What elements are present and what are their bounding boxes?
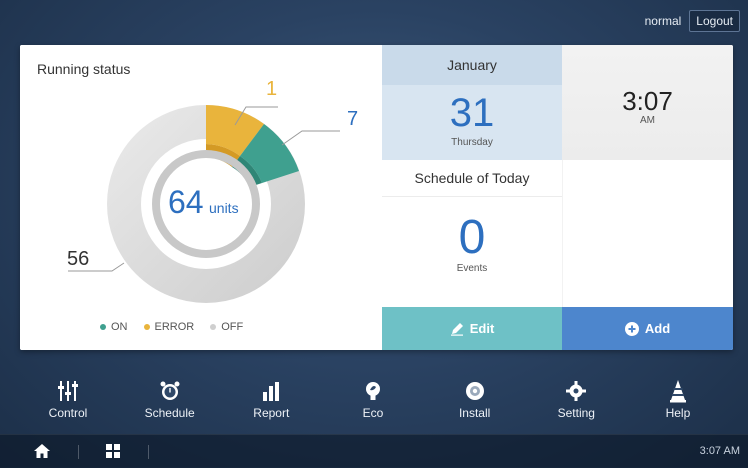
on-count: 7 xyxy=(347,108,358,130)
pencil-icon xyxy=(450,322,463,336)
user-label: normal xyxy=(644,14,682,28)
calendar-weekday: Thursday xyxy=(451,137,493,148)
schedule-title: Schedule of Today xyxy=(382,160,562,197)
nav-control[interactable]: Control xyxy=(28,372,108,428)
on-leader-line xyxy=(281,130,340,146)
leaf-bulb-icon xyxy=(365,382,380,400)
schedule-side-area xyxy=(562,160,733,307)
total-units-label: units xyxy=(209,200,239,216)
clock-card: 3:07 AM xyxy=(562,45,733,160)
legend-on-dot xyxy=(100,324,106,330)
clock-time: 3:07 xyxy=(622,86,673,116)
nav-schedule-label: Schedule xyxy=(144,406,195,420)
nav-schedule[interactable]: Schedule xyxy=(130,372,210,428)
nav-control-label: Control xyxy=(48,406,88,420)
bottom-separator-1 xyxy=(78,445,79,459)
nav-setting-label: Setting xyxy=(557,406,595,420)
windows-grid-icon[interactable] xyxy=(106,444,120,458)
dashboard-panel: Running status 1 7 56 64 units ON ERROR … xyxy=(20,45,733,350)
bar-chart-icon xyxy=(263,382,280,401)
bottom-bar: 3:07 AM xyxy=(0,434,748,468)
legend-error: ERROR xyxy=(143,321,195,333)
logout-button[interactable]: Logout xyxy=(689,10,740,32)
edit-button[interactable]: Edit xyxy=(382,307,562,350)
add-button-label: Add xyxy=(644,321,671,336)
main-nav: Control Schedule Report Eco Install Sett… xyxy=(28,372,718,428)
schedule-events: 0 Events xyxy=(382,197,562,307)
running-status-donut: 1 7 56 64 units xyxy=(67,78,358,303)
legend-off-label: OFF xyxy=(221,321,244,333)
legend-error-label: ERROR xyxy=(154,321,195,333)
gear-circle-icon xyxy=(465,382,484,400)
nav-help-label: Help xyxy=(665,406,691,420)
off-count: 56 xyxy=(67,248,89,270)
events-label: Events xyxy=(456,263,488,274)
nav-report-label: Report xyxy=(253,406,290,420)
clock-ampm: AM xyxy=(640,115,655,126)
sliders-icon xyxy=(58,381,78,401)
nav-help[interactable]: Help xyxy=(638,372,718,428)
plus-circle-icon xyxy=(624,321,639,336)
taskbar-time: 3:07 AM xyxy=(699,445,740,457)
nav-report[interactable]: Report xyxy=(231,372,311,428)
legend-error-dot xyxy=(143,324,150,330)
nav-setting[interactable]: Setting xyxy=(536,372,616,428)
calendar-day-number: 31 xyxy=(449,91,495,135)
home-icon[interactable] xyxy=(34,444,50,458)
total-units-value: 64 xyxy=(168,184,204,220)
error-count: 1 xyxy=(266,78,277,100)
nav-install-label: Install xyxy=(458,406,491,420)
add-button[interactable]: Add xyxy=(562,307,733,350)
running-status-card: Running status 1 7 56 64 units ON ERROR … xyxy=(20,45,382,350)
status-legend: ON ERROR OFF xyxy=(100,321,243,333)
legend-on: ON xyxy=(100,321,128,333)
legend-off-dot xyxy=(210,324,217,330)
legend-off: OFF xyxy=(210,321,243,333)
cone-icon xyxy=(669,380,686,403)
calendar-month: January xyxy=(382,45,562,85)
nav-eco-label: Eco xyxy=(362,406,384,420)
events-count: 0 xyxy=(458,211,486,264)
nav-install[interactable]: Install xyxy=(435,372,515,428)
alarm-clock-icon xyxy=(160,381,180,400)
top-bar: normal Logout xyxy=(645,10,740,32)
calendar-day-card: 31 Thursday xyxy=(382,85,562,160)
gear-icon xyxy=(566,381,587,401)
legend-on-label: ON xyxy=(111,321,128,333)
bottom-separator-2 xyxy=(148,445,149,459)
nav-eco[interactable]: Eco xyxy=(333,372,413,428)
edit-button-label: Edit xyxy=(469,321,495,336)
